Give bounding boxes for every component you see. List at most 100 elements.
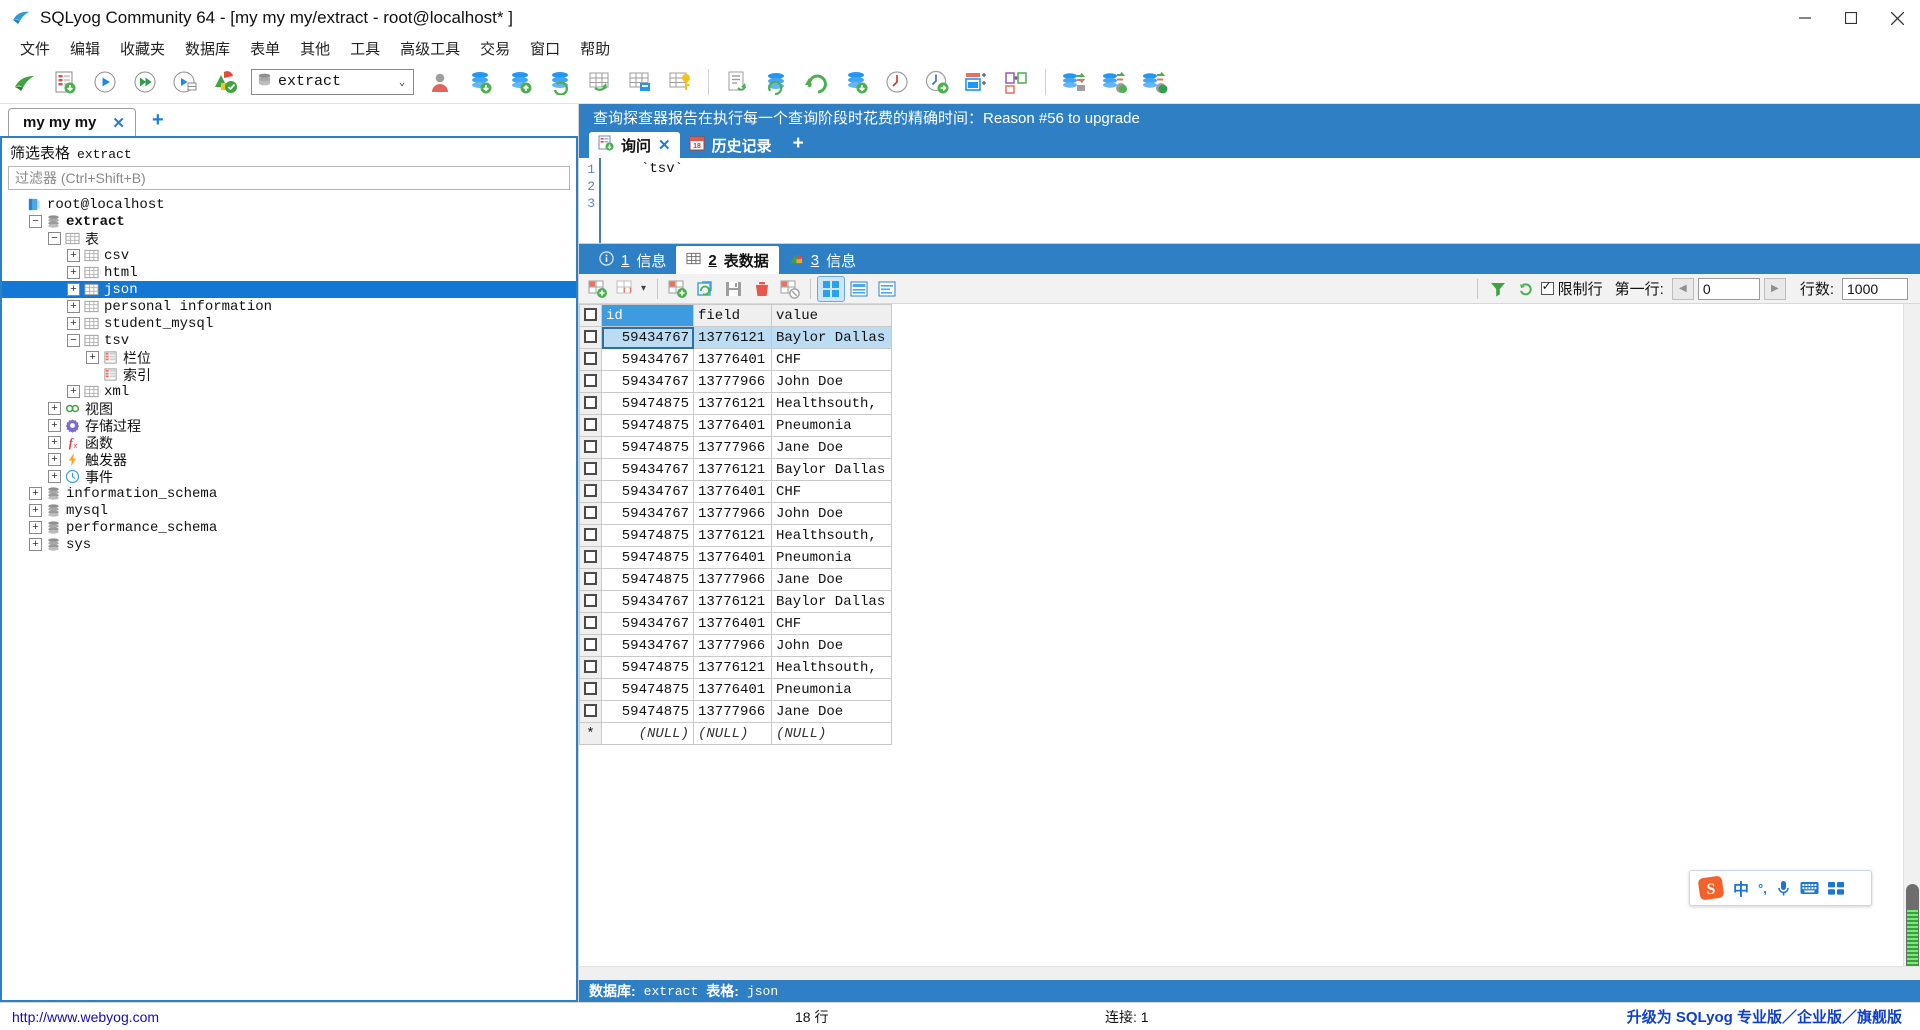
cell-field[interactable]: 13776401	[693, 348, 772, 371]
tree-node-html[interactable]: + html	[2, 264, 576, 281]
tree-node-personal-information[interactable]: + personal information	[2, 298, 576, 315]
row-checkbox[interactable]	[579, 634, 602, 657]
keyboard-icon[interactable]	[1800, 881, 1819, 895]
new-row-cell-id[interactable]: (NULL)	[601, 722, 694, 745]
row-checkbox[interactable]	[579, 612, 602, 635]
refresh-row-icon[interactable]	[693, 277, 719, 301]
table-row[interactable]: 59474875 13776121 Healthsouth,	[579, 656, 892, 679]
new-row-cell-field[interactable]: (NULL)	[693, 722, 772, 745]
row-checkbox[interactable]	[579, 590, 602, 613]
cell-value[interactable]: John Doe	[771, 502, 892, 525]
table-row[interactable]: 59474875 13776401 Pneumonia	[579, 546, 892, 569]
copy-table-icon[interactable]	[958, 63, 996, 101]
tree-node-事件[interactable]: + 事件	[2, 468, 576, 485]
expand-toggle-icon[interactable]: +	[29, 538, 42, 551]
object-filter-input[interactable]: 过滤器 (Ctrl+Shift+B)	[8, 166, 570, 190]
table-row[interactable]: 59474875 13776401 Pneumonia	[579, 414, 892, 437]
cell-field[interactable]: 13776121	[693, 524, 772, 547]
row-checkbox[interactable]	[579, 678, 602, 701]
restore-database-icon[interactable]	[798, 63, 836, 101]
tree-node-存储过程[interactable]: + 存储过程	[2, 417, 576, 434]
collapse-toggle-icon[interactable]: −	[29, 215, 42, 228]
table-row[interactable]: 59434767 13776401 CHF	[579, 348, 892, 371]
expand-toggle-icon[interactable]: +	[29, 521, 42, 534]
tree-node-csv[interactable]: + csv	[2, 247, 576, 264]
cell-value[interactable]: CHF	[771, 480, 892, 503]
cell-field[interactable]: 13777966	[693, 568, 772, 591]
result-horizontal-scrollbar[interactable]	[579, 966, 1920, 980]
refresh-icon[interactable]	[1513, 277, 1539, 301]
chevron-down-icon[interactable]: ▾	[641, 283, 650, 294]
row-checkbox[interactable]	[579, 326, 602, 349]
cell-field[interactable]: 13776121	[693, 458, 772, 481]
tree-node-触发器[interactable]: + 触发器	[2, 451, 576, 468]
cell-id[interactable]: 59474875	[601, 392, 694, 415]
execute-query-and-save-icon[interactable]	[166, 63, 204, 101]
first-row-input[interactable]: 0	[1697, 277, 1760, 300]
cell-value[interactable]: Jane Doe	[771, 700, 892, 723]
user-manager-icon[interactable]	[421, 63, 459, 101]
expand-toggle-icon[interactable]: +	[48, 436, 61, 449]
table-row[interactable]: 59434767 13777966 John Doe	[579, 634, 892, 657]
schema-sync-icon[interactable]	[1135, 63, 1173, 101]
insert-row-icon[interactable]	[585, 277, 611, 301]
result-vertical-scrollbar[interactable]	[1903, 304, 1920, 966]
ime-punctuation-button[interactable]: °,	[1758, 881, 1767, 896]
table-row[interactable]: 59434767 13776121 Baylor Dallas	[579, 458, 892, 481]
cell-field[interactable]: 13776401	[693, 678, 772, 701]
cell-id[interactable]: 59474875	[601, 524, 694, 547]
database-tree[interactable]: root@localhost − extract − 表 + csv + html + json + p…	[2, 194, 576, 1000]
tab-result-info-1[interactable]: 1 信息	[589, 246, 676, 274]
duplicate-row-icon[interactable]	[665, 277, 691, 301]
table-row[interactable]: 59434767 13776121 Baylor Dallas	[579, 590, 892, 613]
cell-value[interactable]: CHF	[771, 612, 892, 635]
minimize-button[interactable]	[1782, 0, 1828, 36]
expand-toggle-icon[interactable]: +	[67, 300, 80, 313]
delete-row-icon[interactable]	[749, 277, 775, 301]
cell-field[interactable]: 13777966	[693, 634, 772, 657]
expand-toggle-icon[interactable]: +	[86, 351, 99, 364]
import-database-icon[interactable]	[461, 63, 499, 101]
backup-database-icon[interactable]	[758, 63, 796, 101]
tree-node-performance-schema[interactable]: + performance_schema	[2, 519, 576, 536]
tree-node-视图[interactable]: + 视图	[2, 400, 576, 417]
row-checkbox[interactable]	[579, 568, 602, 591]
menu-edit[interactable]: 编辑	[60, 36, 110, 61]
tree-node-函数[interactable]: + f x 函数	[2, 434, 576, 451]
stop-query-icon[interactable]	[206, 63, 244, 101]
tree-node-root-localhost[interactable]: root@localhost	[2, 196, 576, 213]
cancel-edit-icon[interactable]	[777, 277, 803, 301]
menu-tools[interactable]: 工具	[340, 36, 390, 61]
cell-id[interactable]: 59434767	[601, 348, 694, 371]
cell-id[interactable]: 59434767	[601, 370, 694, 393]
cell-value[interactable]: Baylor Dallas	[771, 326, 892, 349]
grid-column-header-field[interactable]: field	[693, 304, 772, 327]
table-row[interactable]: 59434767 13777966 John Doe	[579, 370, 892, 393]
cell-id[interactable]: 59474875	[601, 700, 694, 723]
cell-value[interactable]: Healthsouth,	[771, 392, 892, 415]
row-checkbox[interactable]	[579, 502, 602, 525]
table-diagnostics-icon[interactable]	[581, 63, 619, 101]
tree-node-mysql[interactable]: + mysql	[2, 502, 576, 519]
menu-file[interactable]: 文件	[10, 36, 60, 61]
grid-column-header-value[interactable]: value	[771, 304, 892, 327]
cell-value[interactable]: Healthsouth,	[771, 656, 892, 679]
expand-toggle-icon[interactable]: +	[67, 317, 80, 330]
schedule-job-icon[interactable]	[918, 63, 956, 101]
mic-icon[interactable]	[1776, 880, 1791, 897]
tree-node-xml[interactable]: + xml	[2, 383, 576, 400]
collapse-toggle-icon[interactable]: −	[67, 334, 80, 347]
tree-node-表[interactable]: − 表	[2, 230, 576, 247]
form-view-icon[interactable]	[846, 277, 872, 301]
cell-field[interactable]: 13776401	[693, 414, 772, 437]
cell-id[interactable]: 59474875	[601, 414, 694, 437]
insert-blank-row-icon[interactable]	[613, 277, 639, 301]
collapse-toggle-icon[interactable]: −	[48, 232, 61, 245]
row-checkbox[interactable]	[579, 656, 602, 679]
table-data-toolbar-icon[interactable]	[621, 63, 659, 101]
table-row[interactable]: 59474875 13777966 Jane Doe	[579, 700, 892, 723]
query-builder-icon[interactable]	[718, 63, 756, 101]
connection-tab-my-my-my[interactable]: my my my ✕	[8, 108, 136, 136]
sql-editor[interactable]: 1 2 3 `tsv`	[579, 158, 1920, 244]
tree-node-information-schema[interactable]: + information_schema	[2, 485, 576, 502]
